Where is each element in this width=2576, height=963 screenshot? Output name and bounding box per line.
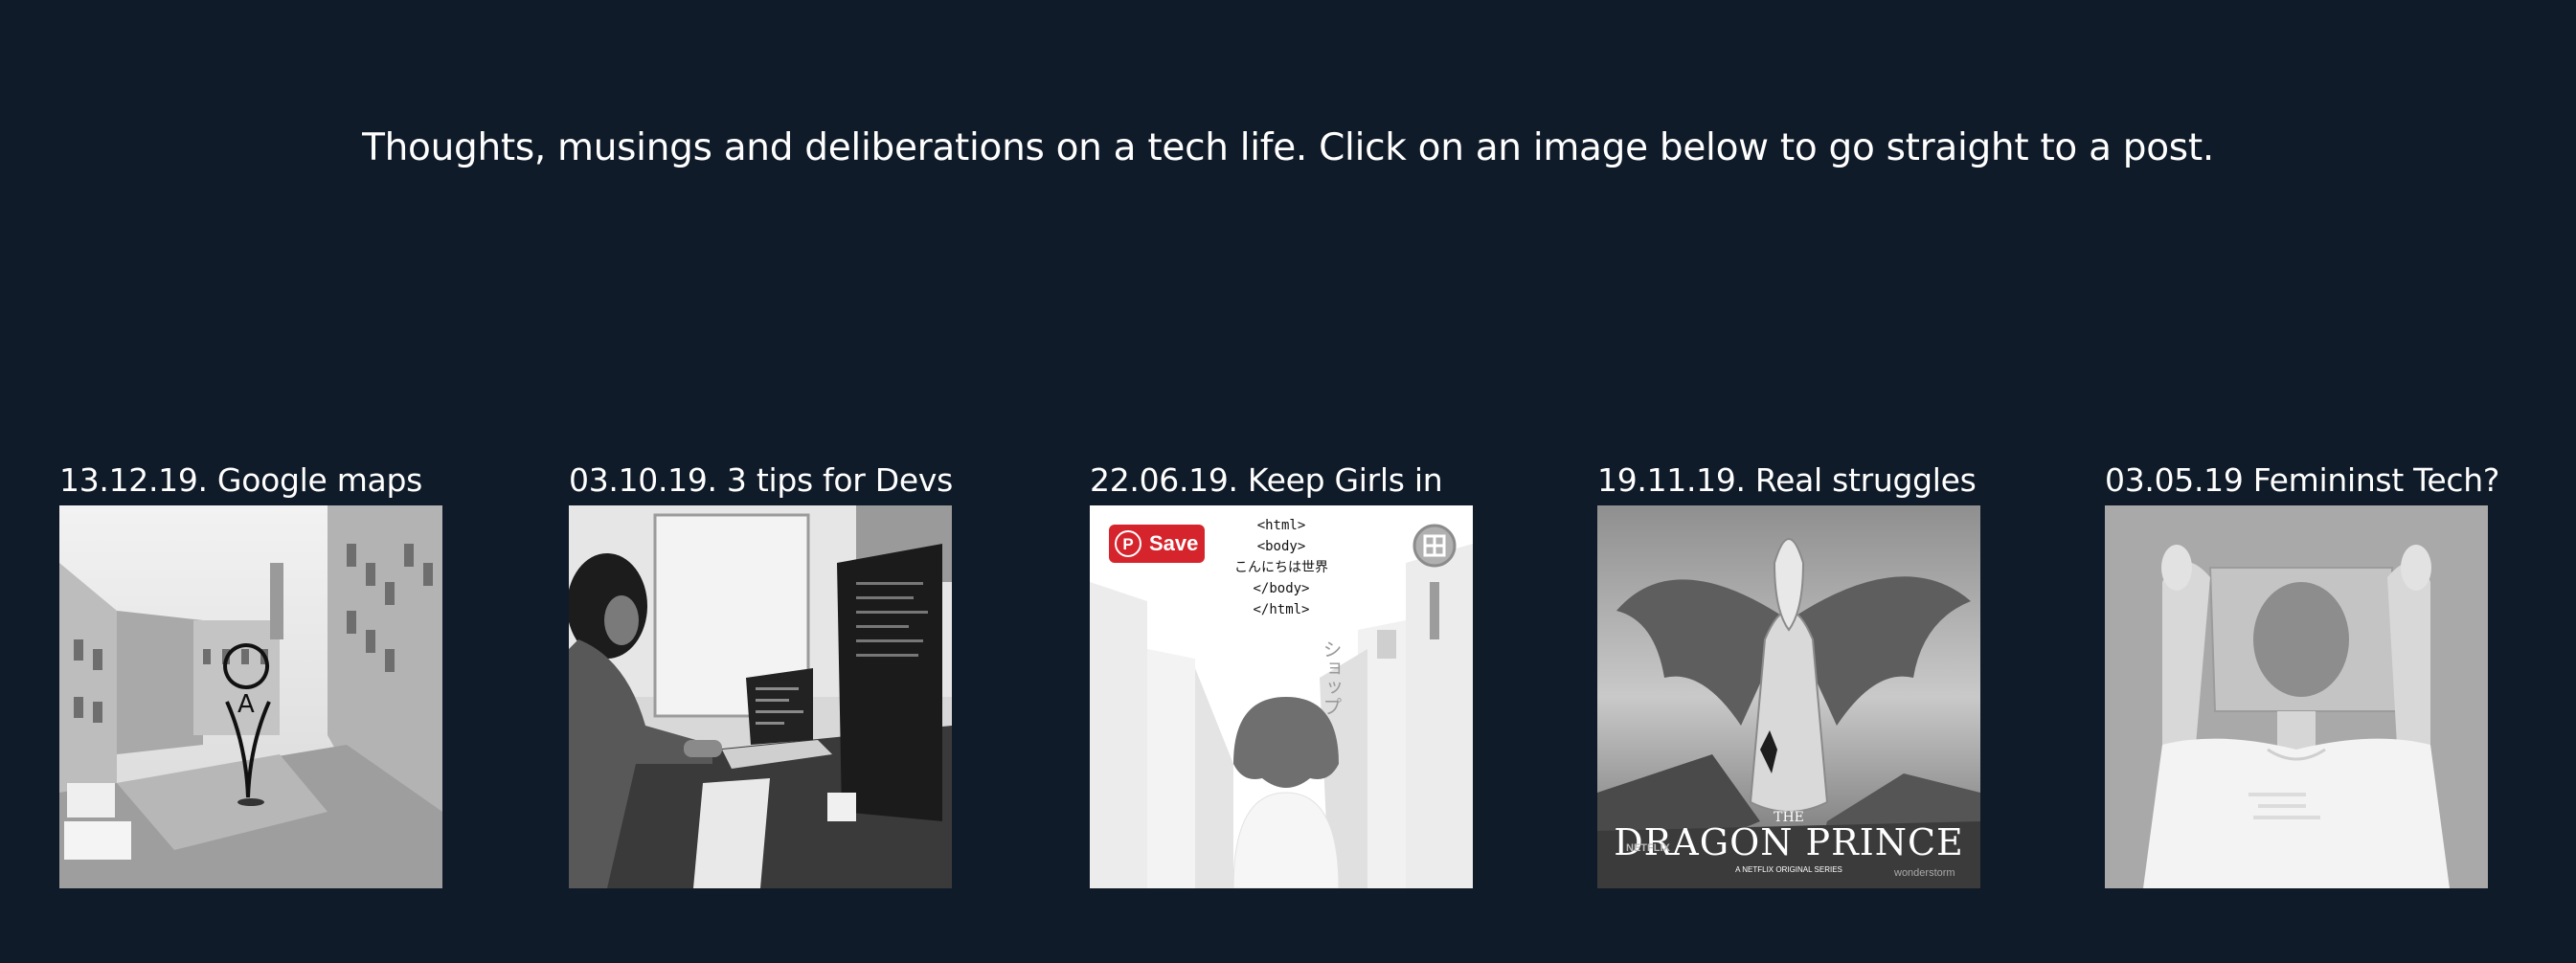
post-title: 03.05.19 Femininst Tech?	[2105, 461, 2500, 499]
post-card-google-maps[interactable]: 13.12.19. Google maps A	[59, 459, 442, 888]
poster-netflix-logo: NETFLIX	[1626, 842, 1670, 854]
post-card-femininst-tech[interactable]: 03.05.19 Femininst Tech?	[2105, 459, 2500, 888]
page-tagline: Thoughts, musings and deliberations on a…	[362, 126, 2214, 169]
post-card-3-tips-for-devs[interactable]: 03.10.19. 3 tips for Devs	[569, 459, 953, 888]
street-map-pin-photo[interactable]: A	[59, 505, 442, 888]
post-title: 22.06.19. Keep Girls in	[1090, 461, 1443, 499]
post-card-real-struggles[interactable]: 19.11.19. Real struggles THE DRAGON PRIN…	[1597, 459, 1980, 888]
shop-sign-text: ショップ	[1320, 639, 1343, 716]
svg-text:A: A	[237, 690, 255, 719]
girl-city-illustration[interactable]: <html> <body> こんにちは世界 </body> </html> ショ…	[1090, 505, 1473, 888]
expand-icon[interactable]	[1412, 523, 1457, 569]
developer-at-desk-photo[interactable]	[569, 505, 952, 888]
person-holding-photo[interactable]	[2105, 505, 2488, 888]
dragon-prince-poster[interactable]: THE DRAGON PRINCE A NETFLIX ORIGINAL SER…	[1597, 505, 1980, 888]
code-snippet: <html> <body> こんにちは世界 </body> </html>	[1234, 518, 1328, 617]
post-title: 03.10.19. 3 tips for Devs	[569, 461, 953, 499]
post-title: 19.11.19. Real struggles	[1597, 461, 1977, 499]
post-title: 13.12.19. Google maps	[59, 461, 423, 499]
poster-wonderstorm-logo: wonderstorm	[1894, 867, 1955, 879]
pinterest-save-button[interactable]: P Save	[1109, 525, 1205, 563]
post-card-keep-girls-in[interactable]: 22.06.19. Keep Girls in <html> <body> こん…	[1090, 459, 1473, 888]
pinterest-icon: P	[1115, 530, 1141, 557]
save-button-label: Save	[1149, 531, 1199, 555]
